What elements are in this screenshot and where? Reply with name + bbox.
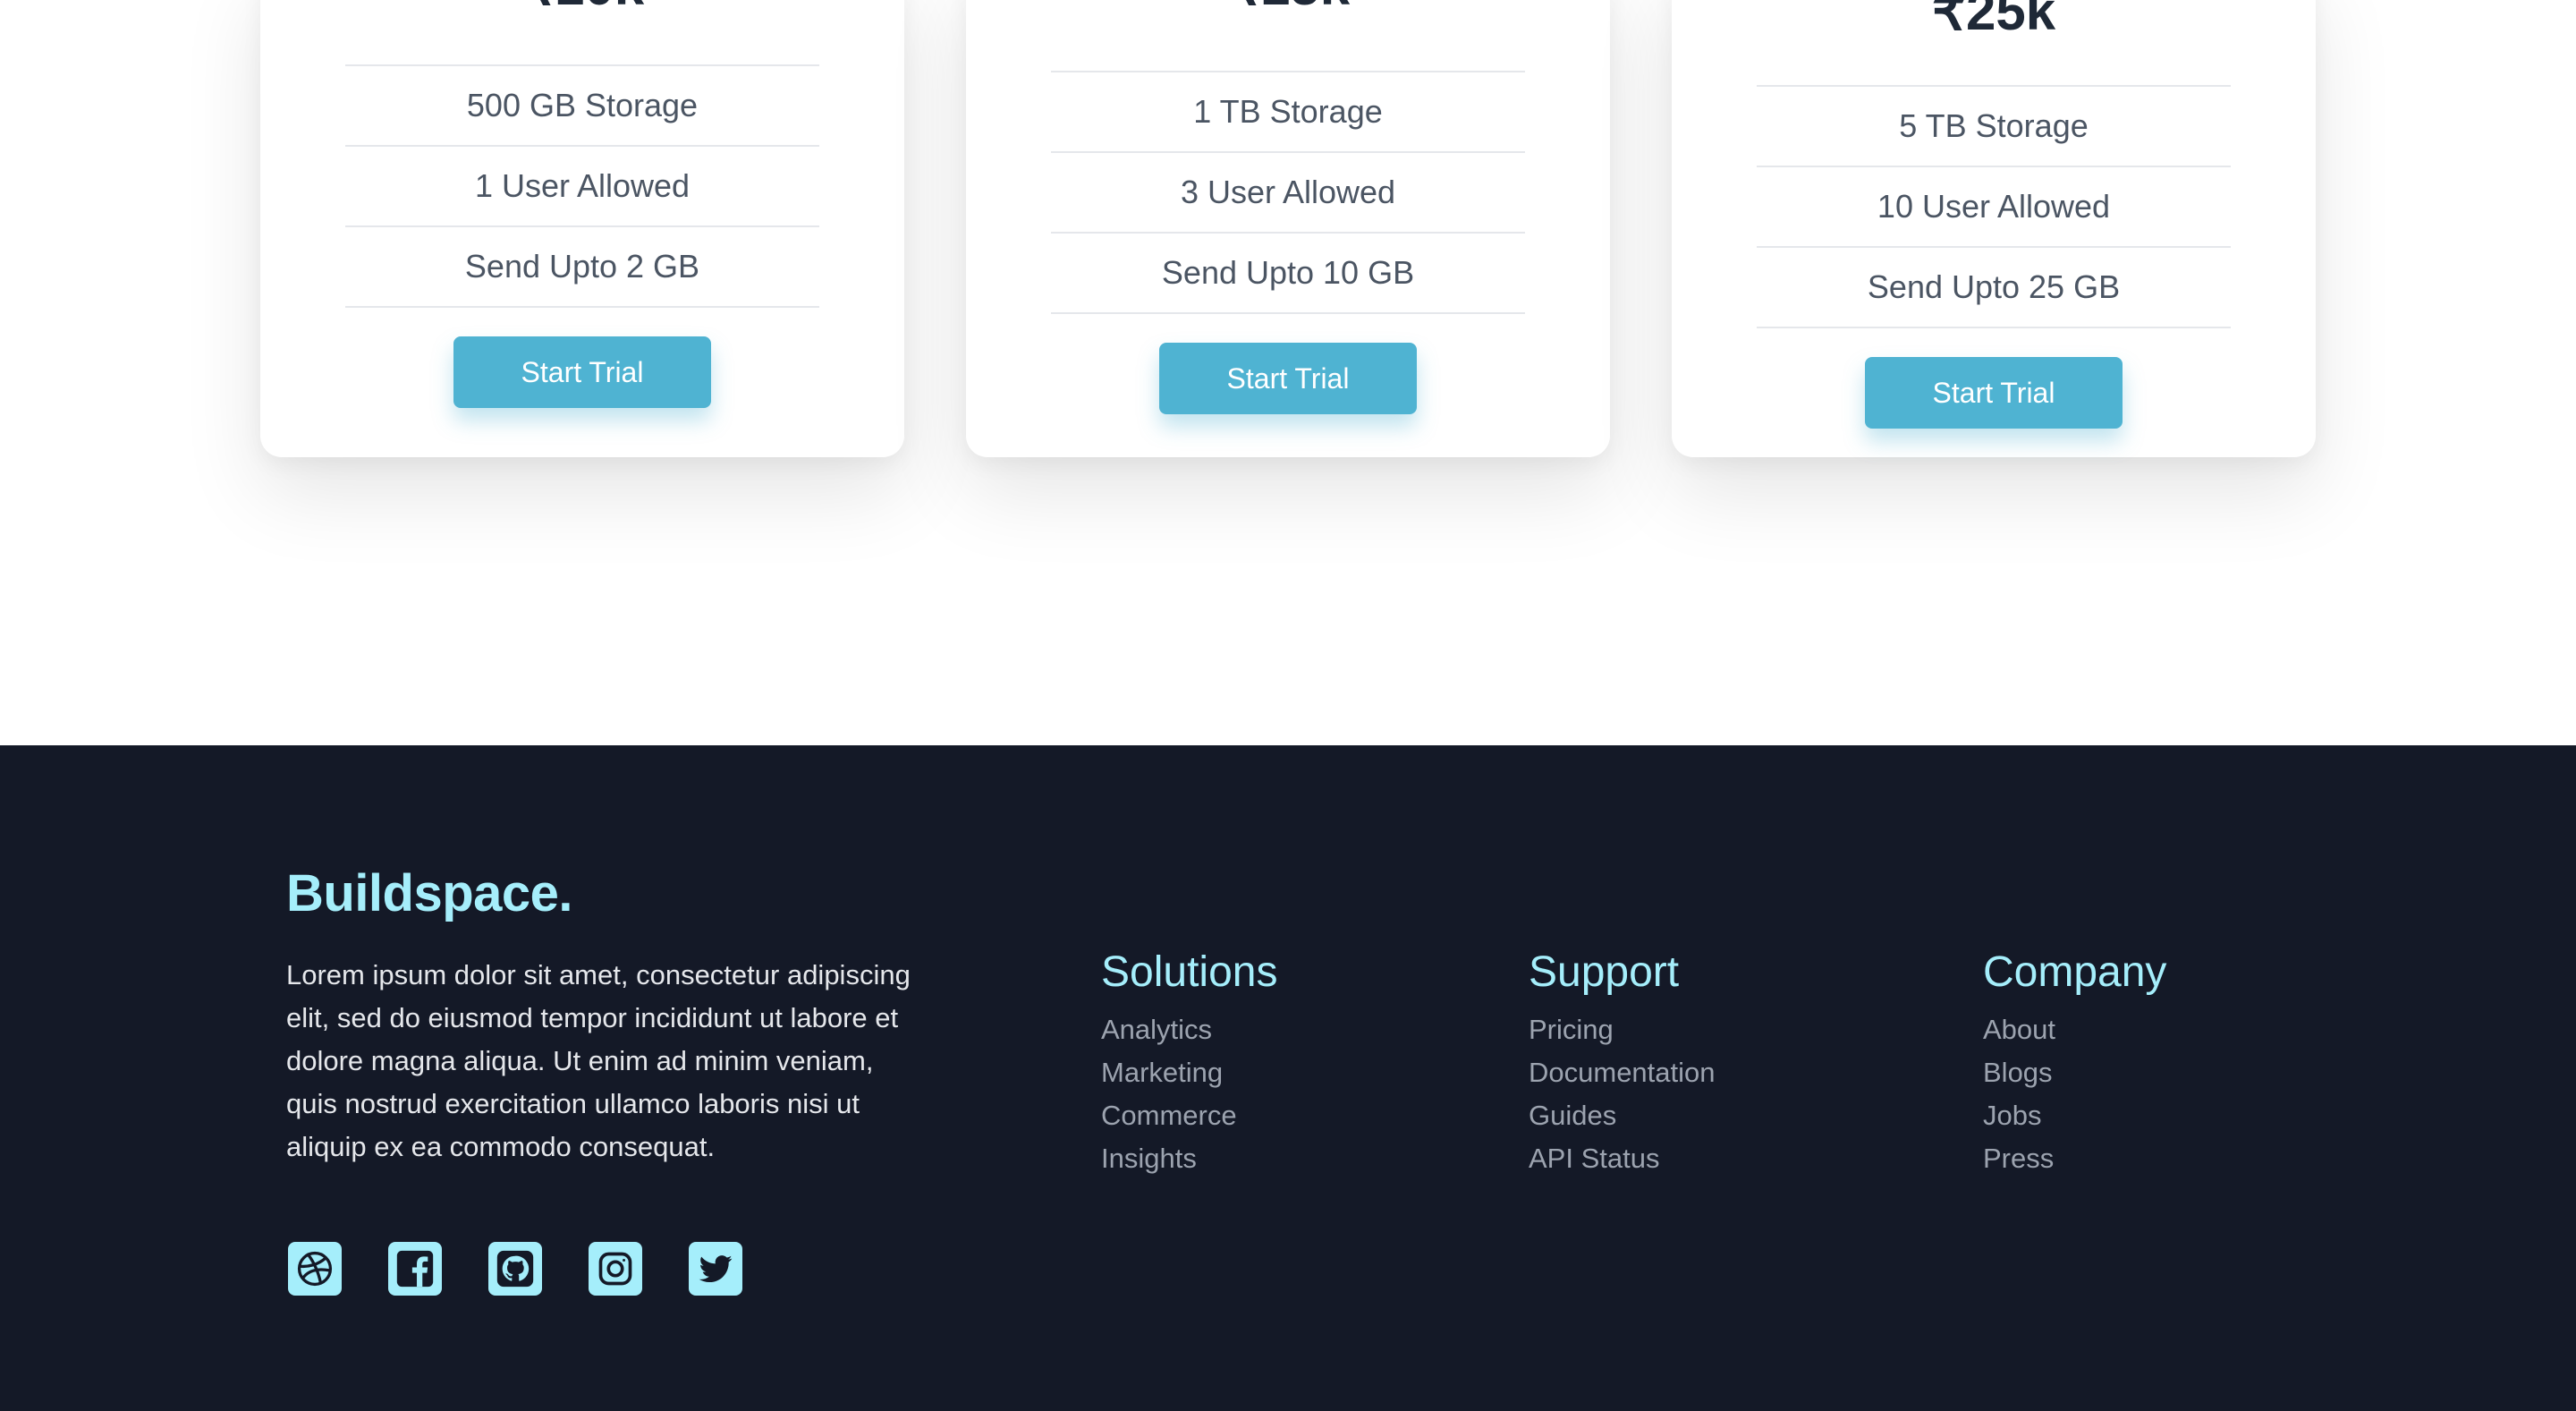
feature-item: Send Upto 25 GB xyxy=(1757,246,2231,328)
footer-link-jobs[interactable]: Jobs xyxy=(1983,1094,2166,1137)
footer-link-about[interactable]: About xyxy=(1983,1008,2166,1051)
plan-price: ₹10k xyxy=(260,0,904,18)
footer-link-insights[interactable]: Insights xyxy=(1101,1137,1277,1180)
start-trial-button[interactable]: Start Trial xyxy=(1865,357,2123,429)
footer-column-support: Support Pricing Documentation Guides API… xyxy=(1529,948,1716,1180)
social-links xyxy=(288,1242,742,1296)
footer-link-guides[interactable]: Guides xyxy=(1529,1094,1716,1137)
footer-column-solutions: Solutions Analytics Marketing Commerce I… xyxy=(1101,948,1277,1180)
footer-about-text: Lorem ipsum dolor sit amet, consectetur … xyxy=(286,959,911,1162)
feature-item: 500 GB Storage xyxy=(345,64,819,145)
footer-link-marketing[interactable]: Marketing xyxy=(1101,1051,1277,1094)
feature-item: 10 User Allowed xyxy=(1757,166,2231,246)
feature-list: 5 TB Storage 10 User Allowed Send Upto 2… xyxy=(1757,85,2231,328)
footer-link-press[interactable]: Press xyxy=(1983,1137,2166,1180)
pricing-card-premium: ₹25k 5 TB Storage 10 User Allowed Send U… xyxy=(1672,0,2316,457)
feature-item: 1 User Allowed xyxy=(345,145,819,225)
footer-column-company: Company About Blogs Jobs Press xyxy=(1983,948,2166,1180)
pricing-card-basic: ₹10k 500 GB Storage 1 User Allowed Send … xyxy=(260,0,904,457)
footer-brand-logo[interactable]: Buildspace. xyxy=(286,863,573,923)
instagram-icon[interactable] xyxy=(589,1242,642,1296)
footer-link-documentation[interactable]: Documentation xyxy=(1529,1051,1716,1094)
start-trial-button[interactable]: Start Trial xyxy=(453,336,711,408)
twitter-icon[interactable] xyxy=(689,1242,742,1296)
feature-item: 5 TB Storage xyxy=(1757,85,2231,166)
dribbble-icon[interactable] xyxy=(288,1242,342,1296)
footer-link-pricing[interactable]: Pricing xyxy=(1529,1008,1716,1051)
github-icon[interactable] xyxy=(488,1242,542,1296)
footer-link-api-status[interactable]: API Status xyxy=(1529,1137,1716,1180)
facebook-icon[interactable] xyxy=(388,1242,442,1296)
footer-link-blogs[interactable]: Blogs xyxy=(1983,1051,2166,1094)
start-trial-button[interactable]: Start Trial xyxy=(1159,343,1417,414)
footer-column-title: Solutions xyxy=(1101,948,1278,996)
feature-list: 1 TB Storage 3 User Allowed Send Upto 10… xyxy=(1051,71,1525,314)
site-footer: Buildspace. Lorem ipsum dolor sit amet, … xyxy=(0,745,2576,1411)
footer-link-commerce[interactable]: Commerce xyxy=(1101,1094,1277,1137)
footer-column-title: Company xyxy=(1983,948,2167,996)
pricing-section: ₹10k 500 GB Storage 1 User Allowed Send … xyxy=(0,0,2576,745)
feature-list: 500 GB Storage 1 User Allowed Send Upto … xyxy=(345,64,819,308)
pricing-card-standard: ₹15k 1 TB Storage 3 User Allowed Send Up… xyxy=(966,0,1610,457)
feature-item: Send Upto 10 GB xyxy=(1051,232,1525,314)
footer-column-title: Support xyxy=(1529,948,1680,996)
plan-price: ₹25k xyxy=(1931,0,2056,41)
feature-item: 3 User Allowed xyxy=(1051,151,1525,232)
feature-item: 1 TB Storage xyxy=(1051,71,1525,151)
feature-item: Send Upto 2 GB xyxy=(345,225,819,308)
plan-price: ₹15k xyxy=(966,0,1610,18)
footer-link-analytics[interactable]: Analytics xyxy=(1101,1008,1277,1051)
